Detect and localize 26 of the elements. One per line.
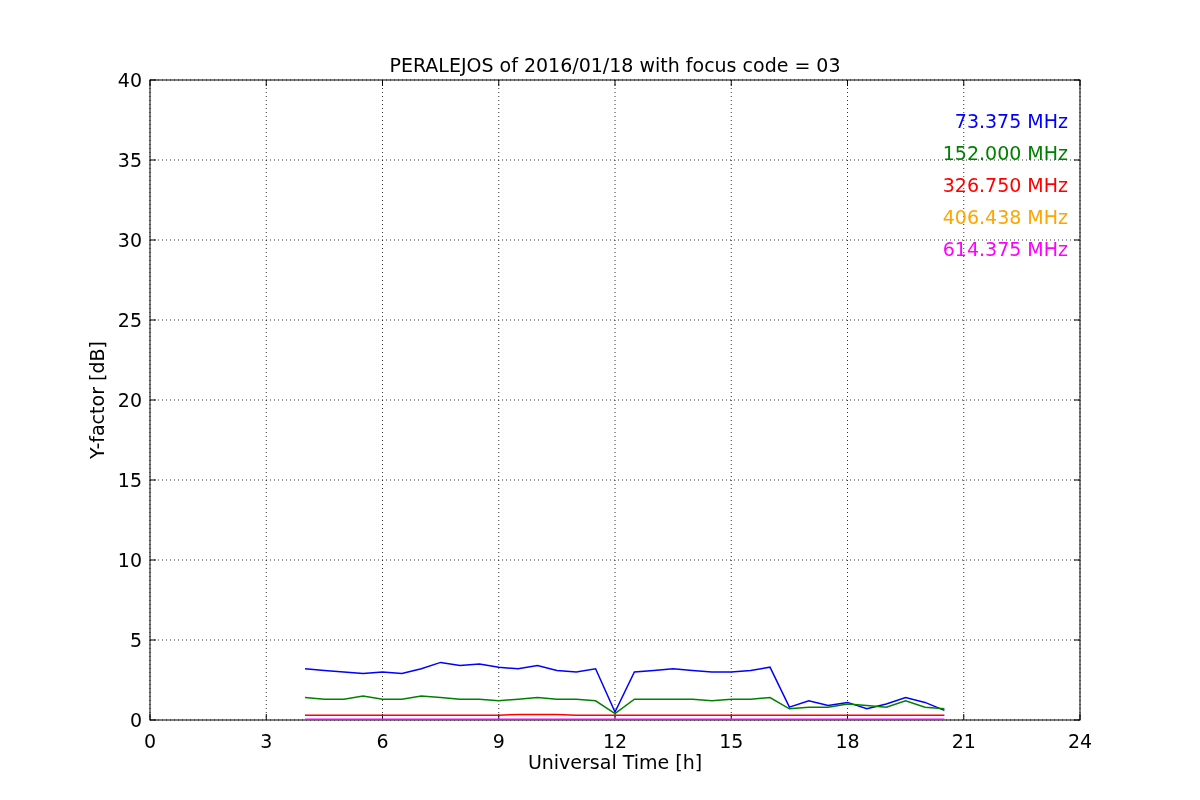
legend-label: 406.438 MHz — [942, 206, 1068, 228]
tick-label: 6 — [376, 730, 389, 752]
tick-label: 18 — [835, 730, 860, 752]
tick-label: 24 — [1067, 730, 1093, 752]
tick-label: 15 — [719, 730, 744, 752]
legend-label: 614.375 MHz — [942, 238, 1068, 260]
tick-label: 25 — [117, 309, 142, 331]
x-axis-label: Universal Time [h] — [527, 751, 703, 773]
legend-label: 152.000 MHz — [942, 142, 1068, 164]
tick-label: 15 — [117, 469, 142, 491]
tick-label: 40 — [117, 69, 142, 91]
tick-label: 30 — [117, 229, 142, 251]
tick-label: 35 — [117, 149, 142, 171]
tick-label: 21 — [951, 730, 976, 752]
tick-label: 9 — [492, 730, 505, 752]
y-axis-label: Y-factor [dB] — [86, 341, 108, 459]
legend-label: 73.375 MHz — [954, 110, 1068, 132]
tick-label: 0 — [129, 709, 142, 731]
tick-label: 0 — [143, 730, 157, 752]
tick-label: 20 — [117, 389, 142, 411]
chart-title: PERALEJOS of 2016/01/18 with focus code = 03 — [389, 54, 841, 76]
tick-label: 10 — [117, 549, 142, 571]
tick-label: 5 — [129, 629, 142, 651]
legend-label: 326.750 MHz — [942, 174, 1068, 196]
tick-label: 3 — [260, 730, 273, 752]
tick-label: 12 — [602, 730, 628, 752]
